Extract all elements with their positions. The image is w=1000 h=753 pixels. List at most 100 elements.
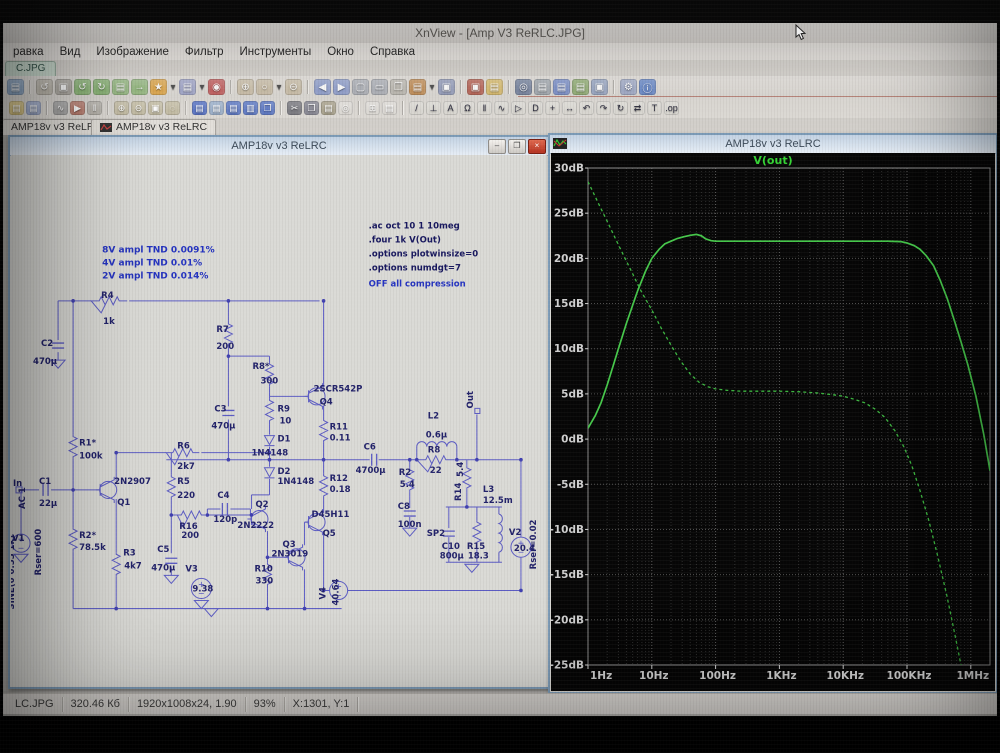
save-icon[interactable]: ▤ bbox=[7, 79, 24, 95]
fit-width-icon[interactable]: ▭ bbox=[371, 79, 388, 95]
rotate-icon[interactable]: ↻ bbox=[613, 101, 628, 115]
component-label: C5 bbox=[157, 545, 169, 555]
zoom-out-icon[interactable]: ⊖ bbox=[131, 101, 146, 115]
capture-icon[interactable]: ▤ bbox=[553, 79, 570, 95]
paste-icon[interactable]: ▤ bbox=[321, 101, 336, 115]
zoom-out-icon[interactable]: ⊖ bbox=[285, 79, 302, 95]
export-icon[interactable]: → bbox=[131, 79, 148, 95]
dropdown-icon[interactable]: ▾ bbox=[198, 79, 206, 95]
component-icon[interactable]: D bbox=[528, 101, 543, 115]
menu-item[interactable]: Вид bbox=[52, 46, 89, 58]
file-tab[interactable]: C.JPG bbox=[5, 61, 56, 76]
crop-icon[interactable]: ▣ bbox=[55, 79, 72, 95]
capacitor-icon[interactable]: ‖ bbox=[477, 101, 492, 115]
document-tab[interactable]: AMP18v v3 ReLRC bbox=[91, 119, 216, 135]
label-icon[interactable]: A bbox=[443, 101, 458, 115]
about-icon[interactable]: ⓘ bbox=[639, 79, 656, 95]
trace-magnitude bbox=[588, 234, 990, 470]
schematic-window-titlebar[interactable]: AMP18v v3 ReLRC – ❐ × bbox=[10, 137, 548, 156]
find-icon[interactable]: ◎ bbox=[338, 101, 353, 115]
print-icon[interactable]: ▤ bbox=[382, 101, 397, 115]
tile-vertical-icon[interactable]: ▥ bbox=[243, 101, 258, 115]
schematic-pane-icon[interactable]: ▤ bbox=[209, 101, 224, 115]
cascade-icon[interactable]: ❐ bbox=[260, 101, 275, 115]
open-icon[interactable]: ▤ bbox=[9, 101, 24, 115]
component-label: R9 bbox=[277, 404, 290, 414]
find-icon[interactable]: ◎ bbox=[515, 79, 532, 95]
wire-icon[interactable]: / bbox=[409, 101, 424, 115]
resistor-icon[interactable]: Ω bbox=[460, 101, 475, 115]
grid-icon[interactable]: ⊞ bbox=[365, 101, 380, 115]
restore-button[interactable]: ❐ bbox=[508, 139, 526, 154]
next-image-icon[interactable]: ▶ bbox=[333, 79, 350, 95]
y-axis-tick-label: -15dB bbox=[551, 569, 584, 581]
zoom-area-icon[interactable]: ◌ bbox=[165, 101, 180, 115]
waveform-pane-icon[interactable]: ▤ bbox=[192, 101, 207, 115]
rotate-right-icon[interactable]: ↻ bbox=[93, 79, 110, 95]
x-axis-tick-label: 1MHz bbox=[956, 670, 989, 682]
trace-legend[interactable]: V(out) bbox=[551, 154, 995, 167]
component-label: 220 bbox=[177, 491, 195, 501]
zoom-in-icon[interactable]: ⊕ bbox=[114, 101, 129, 115]
menu-item[interactable]: Фильтр bbox=[177, 46, 232, 58]
save-icon[interactable]: ▤ bbox=[26, 101, 41, 115]
drag-icon[interactable]: ↔ bbox=[562, 101, 577, 115]
undo-icon[interactable]: ↶ bbox=[579, 101, 594, 115]
dropdown-icon[interactable]: ▾ bbox=[428, 79, 436, 95]
red-eye-icon[interactable]: ◉ bbox=[208, 79, 225, 95]
component-label: D2 bbox=[277, 467, 290, 477]
zoom-full-icon[interactable]: ▣ bbox=[148, 101, 163, 115]
cut-icon[interactable]: ✂ bbox=[287, 101, 302, 115]
copy-icon[interactable]: ❐ bbox=[304, 101, 319, 115]
close-button[interactable]: × bbox=[528, 139, 546, 154]
menu-item[interactable]: Справка bbox=[362, 46, 423, 58]
browse-icon[interactable]: ▤ bbox=[486, 79, 503, 95]
spice-directive-icon[interactable]: .op bbox=[664, 101, 679, 115]
component-label: L2 bbox=[428, 411, 439, 421]
run-icon[interactable]: ▶ bbox=[70, 101, 85, 115]
ground-icon[interactable]: ⊥ bbox=[426, 101, 441, 115]
zoom-in-icon[interactable]: ⊕ bbox=[237, 79, 254, 95]
dropdown-icon[interactable]: ▾ bbox=[275, 79, 283, 95]
undo-icon[interactable]: ↺ bbox=[36, 79, 53, 95]
mirror-icon[interactable]: ⇄ bbox=[630, 101, 645, 115]
component-label: Q1 bbox=[117, 498, 130, 508]
print-icon[interactable]: ▤ bbox=[534, 79, 551, 95]
text-icon[interactable]: T bbox=[647, 101, 662, 115]
tile-horizontal-icon[interactable]: ▤ bbox=[226, 101, 241, 115]
pages-icon[interactable]: ❐ bbox=[390, 79, 407, 95]
wallpaper-icon[interactable]: ▤ bbox=[409, 79, 426, 95]
plot-canvas[interactable]: V(out) 30dB25dB20dB15dB10dB5dB0dB-5dB-10… bbox=[551, 153, 995, 691]
rotate-left-icon[interactable]: ↺ bbox=[74, 79, 91, 95]
app-titlebar[interactable]: XnView - [Amp V3 ReRLC.JPG] bbox=[3, 23, 997, 43]
slideshow-icon[interactable]: ▤ bbox=[179, 79, 196, 95]
inductor-icon[interactable]: ∿ bbox=[494, 101, 509, 115]
lock-icon[interactable]: ▣ bbox=[591, 79, 608, 95]
menu-item[interactable]: Инструменты bbox=[232, 46, 320, 58]
tag-icon[interactable]: ★ bbox=[150, 79, 167, 95]
menu-item[interactable]: равка bbox=[5, 46, 52, 58]
plot-window-titlebar[interactable]: AMP18v v3 ReLRC bbox=[550, 135, 996, 154]
previous-image-icon[interactable]: ◀ bbox=[314, 79, 331, 95]
dropdown-icon[interactable]: ▾ bbox=[169, 79, 177, 95]
fit-window-icon[interactable]: ▢ bbox=[352, 79, 369, 95]
probe-icon[interactable]: ∿ bbox=[53, 101, 68, 115]
edit-icon[interactable]: ▤ bbox=[572, 79, 589, 95]
redo-icon[interactable]: ↷ bbox=[596, 101, 611, 115]
schematic-canvas[interactable]: 8V ampl TND 0.0091%4V ampl TND 0.01%2V a… bbox=[11, 155, 547, 686]
fullscreen-icon[interactable]: ▣ bbox=[467, 79, 484, 95]
convert-icon[interactable]: ▤ bbox=[112, 79, 129, 95]
halt-icon[interactable]: ‖ bbox=[87, 101, 102, 115]
settings-icon[interactable]: ⚙ bbox=[620, 79, 637, 95]
y-axis-tick-label: 5dB bbox=[561, 388, 584, 400]
zoom-icon[interactable]: ○ bbox=[256, 79, 273, 95]
minimize-button[interactable]: – bbox=[488, 139, 506, 154]
menu-item[interactable]: Окно bbox=[319, 46, 362, 58]
component-label: 5.4 bbox=[400, 480, 415, 490]
component-label: 1N4148 bbox=[277, 477, 314, 487]
move-icon[interactable]: + bbox=[545, 101, 560, 115]
mouse-cursor bbox=[795, 24, 807, 41]
menu-item[interactable]: Изображение bbox=[88, 46, 176, 58]
diode-icon[interactable]: ▷ bbox=[511, 101, 526, 115]
properties-icon[interactable]: ▣ bbox=[438, 79, 455, 95]
